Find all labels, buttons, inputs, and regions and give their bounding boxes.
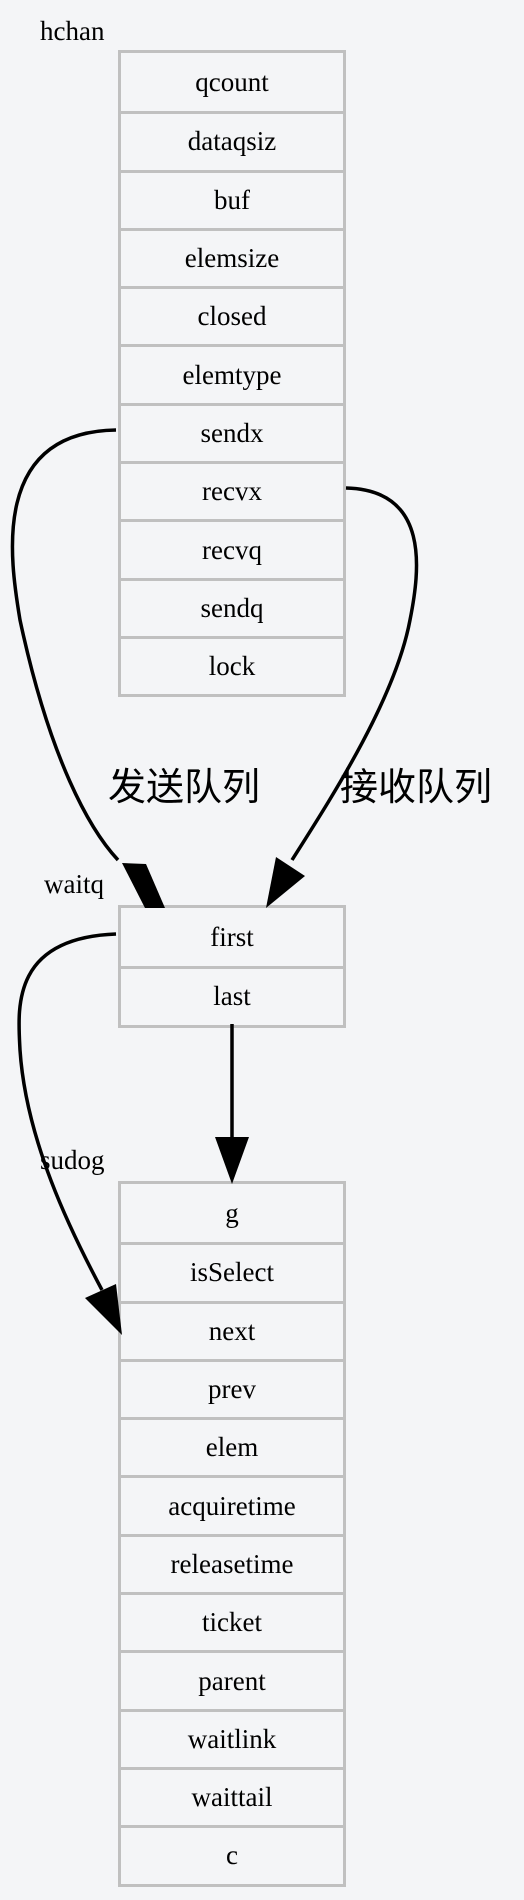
waitq-field-last: last [121,966,343,1024]
edge-label-recv-queue: 接收队列 [340,765,493,809]
hchan-field-buf: buf [121,169,343,228]
hchan-field-sendx: sendx [121,402,343,461]
arrowhead-recvx-icon [266,857,305,908]
hchan-struct: qcount dataqsiz buf elemsize closed elem… [118,50,346,698]
sudog-field-acquiretime: acquiretime [121,1475,343,1533]
edge-first-to-next [17,932,117,1291]
sudog-title: sudog [40,1145,105,1175]
sudog-field-releasetime: releasetime [121,1533,343,1592]
sudog-struct: g isSelect next prev elem acquiretime re… [118,1181,346,1887]
sudog-field-prev: prev [121,1358,343,1417]
sudog-field-elem: elem [121,1417,343,1475]
sudog-field-waitlink: waitlink [121,1708,343,1767]
waitq-field-first: first [210,921,254,952]
hchan-field-recvx: recvx [121,461,343,519]
hchan-field-elemtype: elemtype [121,344,343,402]
waitq-title: waitq [44,869,104,899]
edge-sendx-to-waitq [10,428,120,862]
hchan-field-recvq: recvq [121,519,343,577]
hchan-field-dataqsiz: dataqsiz [121,111,343,169]
sudog-field-g: g [225,1197,239,1228]
arrowhead-last-icon [215,1137,249,1184]
sudog-field-next: next [121,1300,343,1359]
waitq-struct: first last [118,905,346,1028]
sudog-field-c: c [121,1825,343,1883]
sudog-field-waittail: waittail [121,1766,343,1825]
arrowhead-sendx-icon [122,863,165,908]
hchan-title: hchan [40,16,105,46]
hchan-field-closed: closed [121,286,343,344]
sudog-field-isselect: isSelect [121,1242,343,1300]
hchan-field-sendq: sendq [121,577,343,636]
sudog-field-parent: parent [121,1650,343,1708]
hchan-field-lock: lock [121,635,343,694]
sudog-field-ticket: ticket [121,1592,343,1650]
hchan-field-qcount: qcount [195,66,269,97]
arrowhead-first-icon [85,1284,122,1335]
hchan-field-elemsize: elemsize [121,227,343,286]
edge-label-send-queue: 发送队列 [108,765,261,809]
